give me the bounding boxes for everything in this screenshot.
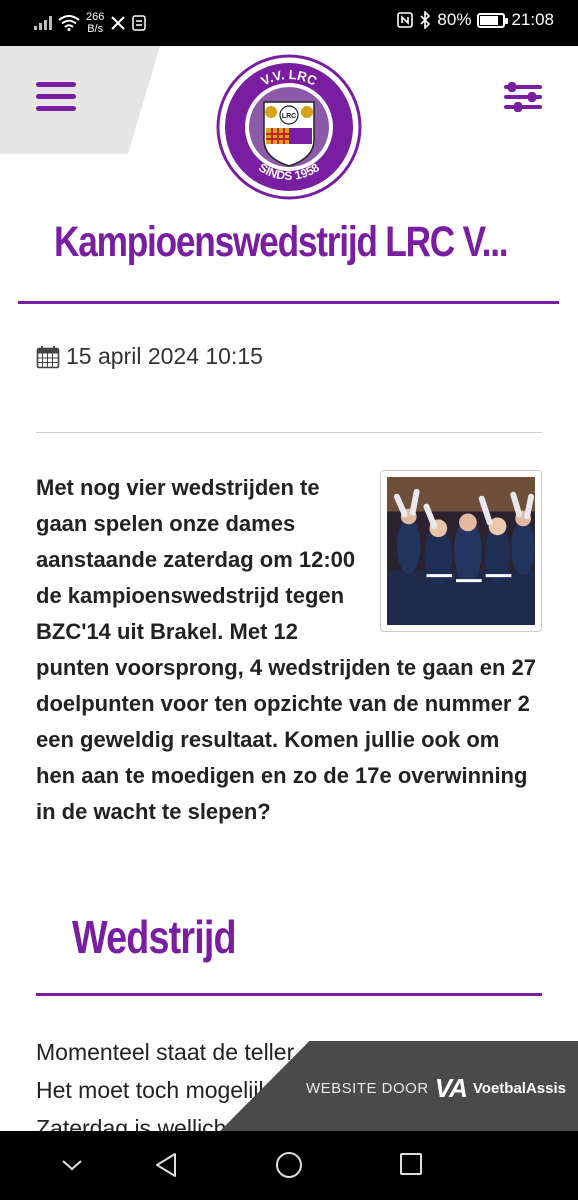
date-divider [36,432,542,433]
filter-sliders-icon[interactable] [504,82,542,112]
club-logo[interactable]: V.V. LRC SINDS 1958 LRC [216,54,362,200]
network-speed: 266 B/s [86,11,104,35]
clock: 21:08 [511,10,554,29]
back-icon[interactable] [153,1151,179,1179]
nfc-icon [397,12,414,28]
network-speed-unit: B/s [87,23,104,35]
credit-by-label: WEBSITE DOOR [306,1080,429,1097]
title-divider [18,301,559,304]
battery-percent: 80% [437,10,472,29]
section-title: Wedstrijd [72,911,237,963]
section-divider [36,993,542,996]
credit-text: WEBSITE DOOR VA VoetbalAssis [306,1073,566,1104]
status-right: 80% 21:08 [397,10,554,30]
hamburger-menu-icon[interactable] [36,82,76,112]
status-bar: 266 B/s 80% 21:08 [0,0,578,46]
calendar-icon [36,345,60,368]
wifi-icon [58,15,80,31]
status-left: 266 B/s [34,8,147,38]
system-nav-bar [0,1131,578,1200]
team-photo [387,477,535,625]
app-notification-icon [132,15,147,31]
article-date-text: 15 april 2024 10:15 [66,343,263,369]
credit-company-name: VoetbalAssis [472,1080,566,1097]
recents-icon[interactable] [399,1152,423,1176]
x-icon [111,16,126,30]
home-icon[interactable] [275,1151,303,1179]
bluetooth-icon [420,11,431,29]
menu-tab [0,46,160,154]
article-body: Met nog vier wedstrijden te gaan spelen … [36,470,542,830]
logo-badge-text: LRC [282,113,296,120]
network-speed-value: 266 [86,11,105,23]
battery-icon [477,12,509,28]
article-image[interactable] [380,470,542,632]
credit-va-logo: VA [434,1073,468,1103]
page-title: Kampioenswedstrijd LRC V... [54,218,509,266]
signal-icon [34,16,52,30]
collapse-icon[interactable] [60,1157,84,1173]
site-header: V.V. LRC SINDS 1958 LRC [0,46,578,202]
article-date: 15 april 2024 10:15 [36,343,263,370]
